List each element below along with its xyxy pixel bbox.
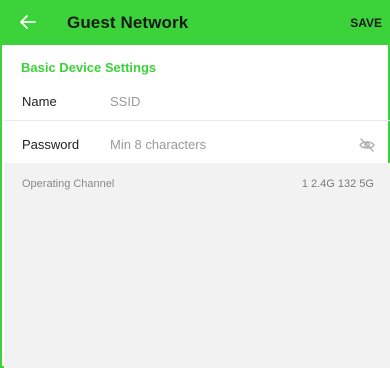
name-label: Name — [22, 94, 57, 109]
screen: Guest Network SAVE Basic Device Settings… — [0, 0, 390, 368]
password-label: Password — [22, 136, 80, 152]
operating-channel-label: Operating Channel — [22, 178, 115, 190]
ssid-input[interactable]: SSID — [110, 94, 140, 109]
operating-channel-value[interactable]: 1 2.4G 132 5G — [302, 178, 374, 190]
page-title: Guest Network — [67, 13, 189, 32]
name-row: Name SSID — [4, 83, 390, 121]
password-input[interactable]: Min 8 characters — [110, 137, 206, 152]
save-button[interactable]: SAVE — [350, 16, 382, 30]
section-title: Basic Device Settings — [21, 60, 157, 75]
channel-panel: Operating Channel 1 2.4G 132 5G — [4, 163, 390, 368]
back-arrow-icon[interactable] — [17, 11, 39, 33]
eye-off-icon[interactable] — [358, 136, 376, 154]
password-row: Password Min 8 characters — [4, 125, 390, 163]
app-bar: Guest Network SAVE — [2, 0, 390, 45]
